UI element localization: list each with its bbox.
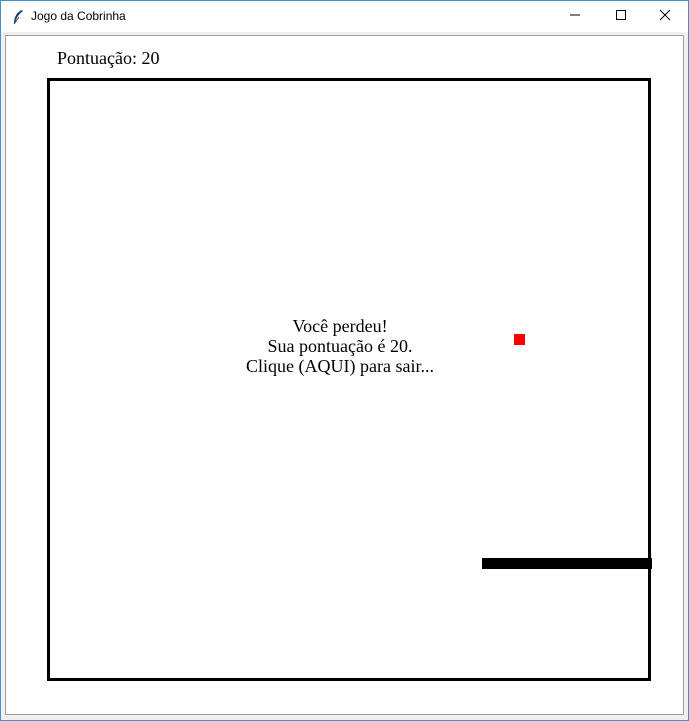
close-icon — [659, 8, 671, 26]
feather-icon — [11, 9, 25, 25]
minimize-icon — [569, 8, 581, 26]
message-line-lost: Você perdeu! — [292, 316, 388, 336]
game-over-message[interactable]: Você perdeu! Sua pontuação é 20. Clique … — [200, 316, 480, 376]
game-board — [47, 78, 651, 681]
message-line-score: Sua pontuação é 20. — [267, 336, 413, 356]
score-label: Pontuação: 20 — [57, 48, 160, 68]
message-line-exit[interactable]: Clique (AQUI) para sair... — [200, 356, 480, 376]
maximize-icon — [615, 8, 627, 26]
window-title: Jogo da Cobrinha — [31, 9, 126, 23]
title-bar[interactable]: Jogo da Cobrinha — [1, 1, 688, 32]
food-pellet — [514, 334, 525, 345]
snake-body — [482, 558, 652, 569]
close-button[interactable] — [642, 1, 688, 32]
maximize-button[interactable] — [598, 1, 644, 32]
minimize-button[interactable] — [552, 1, 598, 32]
